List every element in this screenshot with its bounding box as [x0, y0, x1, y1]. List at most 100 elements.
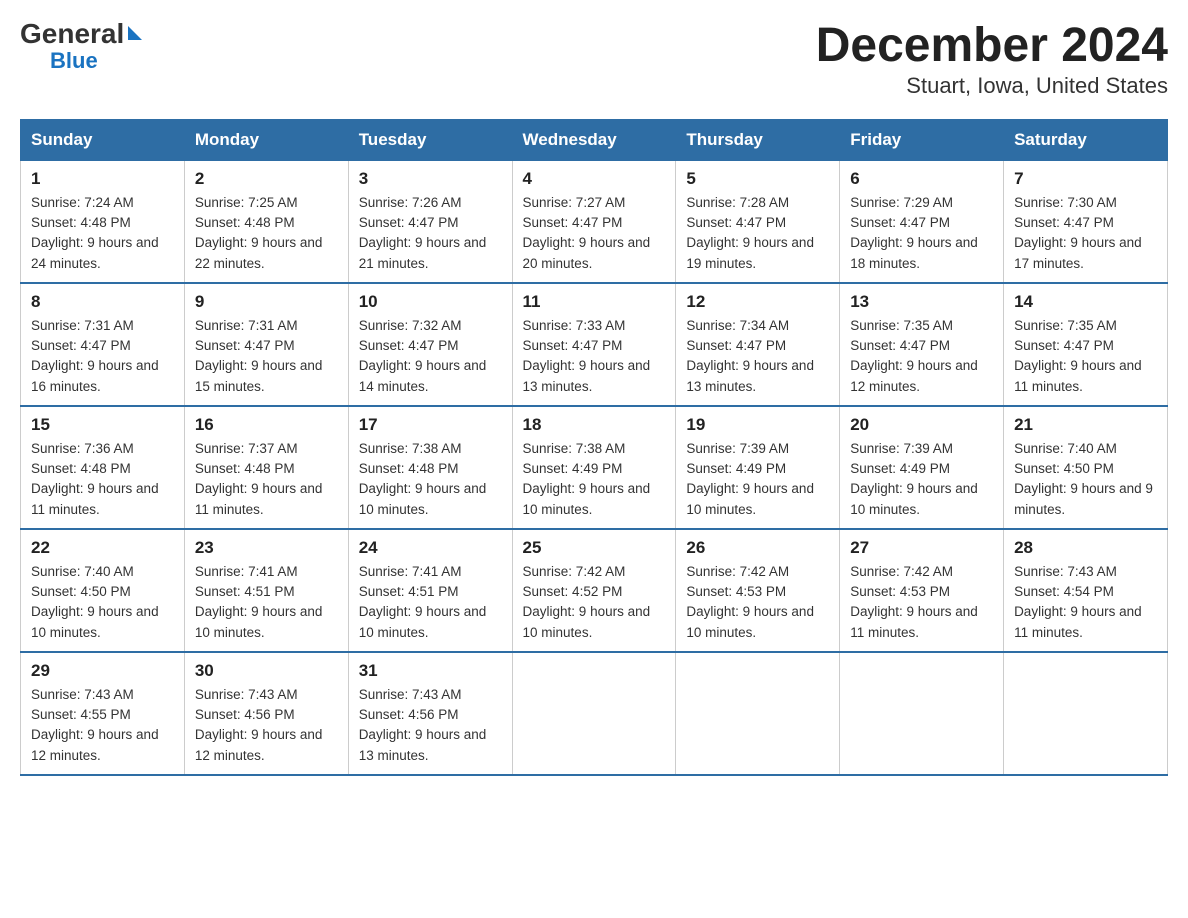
day-info: Sunrise: 7:29 AMSunset: 4:47 PMDaylight:…	[850, 195, 978, 271]
day-info: Sunrise: 7:25 AMSunset: 4:48 PMDaylight:…	[195, 195, 323, 271]
header-friday: Friday	[840, 119, 1004, 160]
calendar-cell: 14 Sunrise: 7:35 AMSunset: 4:47 PMDaylig…	[1004, 283, 1168, 406]
header-tuesday: Tuesday	[348, 119, 512, 160]
day-number: 18	[523, 415, 666, 435]
calendar-cell: 17 Sunrise: 7:38 AMSunset: 4:48 PMDaylig…	[348, 406, 512, 529]
logo-general-text: General	[20, 20, 124, 48]
calendar-cell: 30 Sunrise: 7:43 AMSunset: 4:56 PMDaylig…	[184, 652, 348, 775]
day-info: Sunrise: 7:24 AMSunset: 4:48 PMDaylight:…	[31, 195, 159, 271]
day-number: 19	[686, 415, 829, 435]
day-info: Sunrise: 7:42 AMSunset: 4:53 PMDaylight:…	[850, 564, 978, 640]
calendar-cell: 4 Sunrise: 7:27 AMSunset: 4:47 PMDayligh…	[512, 160, 676, 283]
day-info: Sunrise: 7:30 AMSunset: 4:47 PMDaylight:…	[1014, 195, 1142, 271]
calendar-header: Sunday Monday Tuesday Wednesday Thursday…	[21, 119, 1168, 160]
logo-blue-text: Blue	[50, 48, 98, 74]
day-number: 28	[1014, 538, 1157, 558]
day-info: Sunrise: 7:31 AMSunset: 4:47 PMDaylight:…	[195, 318, 323, 394]
day-number: 2	[195, 169, 338, 189]
calendar-cell	[1004, 652, 1168, 775]
header-sunday: Sunday	[21, 119, 185, 160]
day-number: 13	[850, 292, 993, 312]
header-wednesday: Wednesday	[512, 119, 676, 160]
day-info: Sunrise: 7:35 AMSunset: 4:47 PMDaylight:…	[850, 318, 978, 394]
day-number: 27	[850, 538, 993, 558]
day-number: 21	[1014, 415, 1157, 435]
day-number: 1	[31, 169, 174, 189]
day-info: Sunrise: 7:40 AMSunset: 4:50 PMDaylight:…	[31, 564, 159, 640]
calendar-cell: 13 Sunrise: 7:35 AMSunset: 4:47 PMDaylig…	[840, 283, 1004, 406]
title-area: December 2024 Stuart, Iowa, United State…	[816, 20, 1168, 99]
calendar-cell	[512, 652, 676, 775]
calendar-subtitle: Stuart, Iowa, United States	[816, 73, 1168, 99]
day-number: 26	[686, 538, 829, 558]
calendar-cell: 2 Sunrise: 7:25 AMSunset: 4:48 PMDayligh…	[184, 160, 348, 283]
day-info: Sunrise: 7:39 AMSunset: 4:49 PMDaylight:…	[850, 441, 978, 517]
calendar-cell: 6 Sunrise: 7:29 AMSunset: 4:47 PMDayligh…	[840, 160, 1004, 283]
day-info: Sunrise: 7:28 AMSunset: 4:47 PMDaylight:…	[686, 195, 814, 271]
calendar-body: 1 Sunrise: 7:24 AMSunset: 4:48 PMDayligh…	[21, 160, 1168, 775]
calendar-cell: 22 Sunrise: 7:40 AMSunset: 4:50 PMDaylig…	[21, 529, 185, 652]
day-number: 4	[523, 169, 666, 189]
calendar-cell: 28 Sunrise: 7:43 AMSunset: 4:54 PMDaylig…	[1004, 529, 1168, 652]
day-number: 31	[359, 661, 502, 681]
calendar-week-row: 1 Sunrise: 7:24 AMSunset: 4:48 PMDayligh…	[21, 160, 1168, 283]
day-number: 24	[359, 538, 502, 558]
day-number: 11	[523, 292, 666, 312]
day-info: Sunrise: 7:26 AMSunset: 4:47 PMDaylight:…	[359, 195, 487, 271]
calendar-table: Sunday Monday Tuesday Wednesday Thursday…	[20, 119, 1168, 776]
calendar-cell: 29 Sunrise: 7:43 AMSunset: 4:55 PMDaylig…	[21, 652, 185, 775]
day-info: Sunrise: 7:41 AMSunset: 4:51 PMDaylight:…	[195, 564, 323, 640]
day-number: 29	[31, 661, 174, 681]
day-info: Sunrise: 7:36 AMSunset: 4:48 PMDaylight:…	[31, 441, 159, 517]
calendar-cell: 26 Sunrise: 7:42 AMSunset: 4:53 PMDaylig…	[676, 529, 840, 652]
calendar-cell: 18 Sunrise: 7:38 AMSunset: 4:49 PMDaylig…	[512, 406, 676, 529]
day-info: Sunrise: 7:43 AMSunset: 4:56 PMDaylight:…	[359, 687, 487, 763]
calendar-title: December 2024	[816, 20, 1168, 73]
day-info: Sunrise: 7:33 AMSunset: 4:47 PMDaylight:…	[523, 318, 651, 394]
day-info: Sunrise: 7:38 AMSunset: 4:49 PMDaylight:…	[523, 441, 651, 517]
calendar-cell: 7 Sunrise: 7:30 AMSunset: 4:47 PMDayligh…	[1004, 160, 1168, 283]
day-number: 5	[686, 169, 829, 189]
calendar-cell: 1 Sunrise: 7:24 AMSunset: 4:48 PMDayligh…	[21, 160, 185, 283]
day-info: Sunrise: 7:39 AMSunset: 4:49 PMDaylight:…	[686, 441, 814, 517]
calendar-week-row: 15 Sunrise: 7:36 AMSunset: 4:48 PMDaylig…	[21, 406, 1168, 529]
day-number: 6	[850, 169, 993, 189]
day-info: Sunrise: 7:40 AMSunset: 4:50 PMDaylight:…	[1014, 441, 1153, 517]
calendar-week-row: 22 Sunrise: 7:40 AMSunset: 4:50 PMDaylig…	[21, 529, 1168, 652]
day-info: Sunrise: 7:43 AMSunset: 4:56 PMDaylight:…	[195, 687, 323, 763]
calendar-cell	[840, 652, 1004, 775]
calendar-cell: 16 Sunrise: 7:37 AMSunset: 4:48 PMDaylig…	[184, 406, 348, 529]
day-info: Sunrise: 7:34 AMSunset: 4:47 PMDaylight:…	[686, 318, 814, 394]
day-number: 16	[195, 415, 338, 435]
day-number: 8	[31, 292, 174, 312]
calendar-cell: 9 Sunrise: 7:31 AMSunset: 4:47 PMDayligh…	[184, 283, 348, 406]
day-number: 30	[195, 661, 338, 681]
page-header: General Blue December 2024 Stuart, Iowa,…	[20, 20, 1168, 99]
day-info: Sunrise: 7:27 AMSunset: 4:47 PMDaylight:…	[523, 195, 651, 271]
day-number: 25	[523, 538, 666, 558]
day-number: 17	[359, 415, 502, 435]
day-info: Sunrise: 7:31 AMSunset: 4:47 PMDaylight:…	[31, 318, 159, 394]
calendar-cell: 15 Sunrise: 7:36 AMSunset: 4:48 PMDaylig…	[21, 406, 185, 529]
calendar-cell: 31 Sunrise: 7:43 AMSunset: 4:56 PMDaylig…	[348, 652, 512, 775]
calendar-cell: 11 Sunrise: 7:33 AMSunset: 4:47 PMDaylig…	[512, 283, 676, 406]
calendar-cell: 20 Sunrise: 7:39 AMSunset: 4:49 PMDaylig…	[840, 406, 1004, 529]
day-number: 14	[1014, 292, 1157, 312]
day-info: Sunrise: 7:41 AMSunset: 4:51 PMDaylight:…	[359, 564, 487, 640]
calendar-cell: 8 Sunrise: 7:31 AMSunset: 4:47 PMDayligh…	[21, 283, 185, 406]
day-number: 23	[195, 538, 338, 558]
day-number: 10	[359, 292, 502, 312]
calendar-cell: 5 Sunrise: 7:28 AMSunset: 4:47 PMDayligh…	[676, 160, 840, 283]
calendar-week-row: 8 Sunrise: 7:31 AMSunset: 4:47 PMDayligh…	[21, 283, 1168, 406]
day-number: 7	[1014, 169, 1157, 189]
calendar-cell: 21 Sunrise: 7:40 AMSunset: 4:50 PMDaylig…	[1004, 406, 1168, 529]
calendar-cell: 25 Sunrise: 7:42 AMSunset: 4:52 PMDaylig…	[512, 529, 676, 652]
day-info: Sunrise: 7:42 AMSunset: 4:52 PMDaylight:…	[523, 564, 651, 640]
calendar-cell: 10 Sunrise: 7:32 AMSunset: 4:47 PMDaylig…	[348, 283, 512, 406]
day-number: 15	[31, 415, 174, 435]
day-info: Sunrise: 7:32 AMSunset: 4:47 PMDaylight:…	[359, 318, 487, 394]
day-info: Sunrise: 7:37 AMSunset: 4:48 PMDaylight:…	[195, 441, 323, 517]
calendar-cell	[676, 652, 840, 775]
day-info: Sunrise: 7:38 AMSunset: 4:48 PMDaylight:…	[359, 441, 487, 517]
calendar-cell: 3 Sunrise: 7:26 AMSunset: 4:47 PMDayligh…	[348, 160, 512, 283]
